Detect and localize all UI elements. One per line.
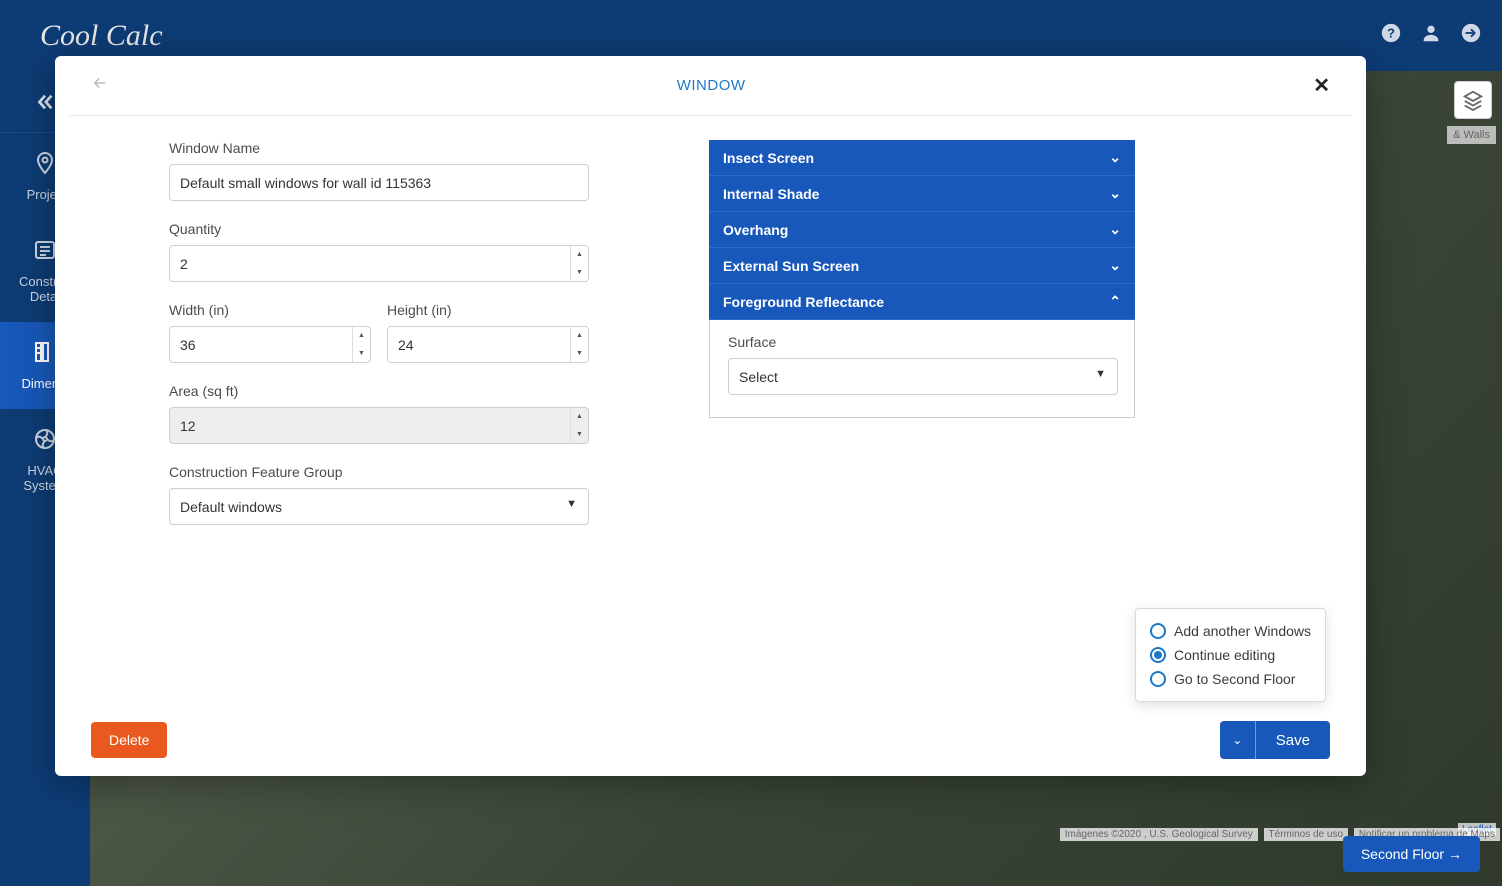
logo-text: Cool Calc [40,19,163,53]
height-stepper[interactable]: ▲▼ [570,327,588,362]
acc-foreground-panel: Surface ▼ [709,320,1135,418]
width-stepper[interactable]: ▲▼ [352,327,370,362]
area-label: Area (sq ft) [169,383,589,399]
logo: Cool Calc [40,19,163,53]
radio-label: Go to Second Floor [1174,671,1295,687]
radio-label: Add another Windows [1174,623,1311,639]
acc-insect-screen[interactable]: Insect Screen ⌄ [709,140,1135,176]
chevron-up-icon: ▲ [353,327,370,345]
radio-label: Continue editing [1174,647,1275,663]
chevron-down-icon: ⌄ [1109,185,1121,202]
width-label: Width (in) [169,302,371,318]
radio-continue-editing[interactable]: Continue editing [1150,643,1311,667]
second-floor-button[interactable]: Second Floor → [1343,836,1480,872]
window-modal: WINDOW ✕ Window Name Quantity ▲▼ Width (… [55,56,1366,776]
chevron-down-icon: ▼ [571,264,588,282]
save-button-label: Save [1256,721,1330,759]
chevron-down-icon: ⌄ [1109,257,1121,274]
chevron-down-icon: ⌄ [1109,221,1121,238]
svg-text:?: ? [1387,26,1395,41]
area-stepper: ▲▼ [570,408,588,443]
quantity-label: Quantity [169,221,589,237]
acc-internal-shade[interactable]: Internal Shade ⌄ [709,176,1135,212]
attrib-imagery: Imágenes ©2020 , U.S. Geological Survey [1060,828,1258,841]
chevron-down-icon: ▼ [571,345,588,363]
acc-label: Foreground Reflectance [723,294,884,310]
acc-external-sunscreen[interactable]: External Sun Screen ⌄ [709,248,1135,284]
attrib-terms[interactable]: Términos de uso [1264,828,1348,841]
acc-foreground-reflectance[interactable]: Foreground Reflectance ⌃ [709,284,1135,320]
chevron-up-icon: ▲ [571,408,588,426]
chevron-up-icon: ⌃ [1109,293,1121,310]
height-label: Height (in) [387,302,589,318]
help-icon[interactable]: ? [1380,22,1402,49]
cfg-select[interactable] [169,488,589,525]
radio-go-second-floor[interactable]: Go to Second Floor [1150,667,1311,691]
modal-title: WINDOW [109,77,1313,94]
acc-label: Overhang [723,222,788,238]
height-input[interactable] [387,326,589,363]
back-arrow-icon[interactable] [91,74,109,98]
acc-overhang[interactable]: Overhang ⌄ [709,212,1135,248]
save-options-popup: Add another Windows Continue editing Go … [1135,608,1326,702]
acc-label: External Sun Screen [723,258,859,274]
window-name-label: Window Name [169,140,589,156]
width-input[interactable] [169,326,371,363]
radio-icon [1150,623,1166,639]
acc-label: Internal Shade [723,186,819,202]
chevron-down-icon: ⌄ [1109,149,1121,166]
surface-label: Surface [728,334,1116,350]
radio-icon [1150,671,1166,687]
walls-label: & Walls [1447,126,1496,144]
layers-icon[interactable] [1454,81,1492,119]
chevron-down-icon: ▼ [571,426,588,444]
chevron-down-icon: ▼ [353,345,370,363]
save-button[interactable]: ⌄ Save [1220,721,1330,759]
close-icon[interactable]: ✕ [1313,73,1330,98]
delete-button[interactable]: Delete [91,722,167,758]
cfg-label: Construction Feature Group [169,464,589,480]
surface-select[interactable] [728,358,1118,395]
quantity-stepper[interactable]: ▲▼ [570,246,588,281]
user-icon[interactable] [1420,22,1442,49]
radio-add-another[interactable]: Add another Windows [1150,619,1311,643]
quantity-input[interactable] [169,245,589,282]
area-input [169,407,589,444]
chevron-up-icon: ▲ [571,327,588,345]
radio-icon [1150,647,1166,663]
chevron-up-icon: ▲ [571,246,588,264]
acc-label: Insect Screen [723,150,814,166]
window-name-input[interactable] [169,164,589,201]
exit-icon[interactable] [1460,22,1482,49]
chevron-down-icon[interactable]: ⌄ [1220,721,1256,759]
